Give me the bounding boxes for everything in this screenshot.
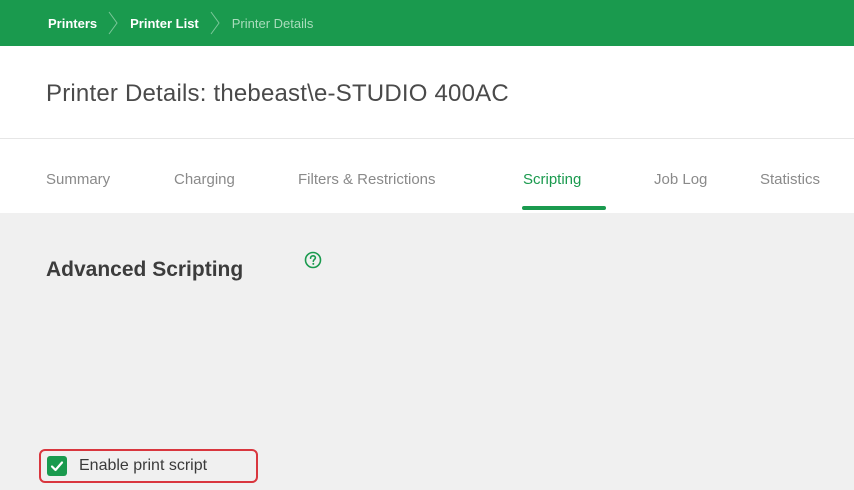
page: Printers Printer List Printer Details Pr… [0,0,854,490]
breadcrumb: Printers Printer List Printer Details [0,0,854,46]
chevron-right-icon [108,11,118,35]
help-circle-icon[interactable] [304,251,322,269]
page-title: Printer Details: thebeast\e-STUDIO 400AC [46,80,509,107]
breadcrumb-printers[interactable]: Printers [48,16,97,31]
checkmark-icon[interactable] [47,456,67,476]
tab-statistics[interactable]: Statistics [760,171,820,188]
tab-bar: Summary Charging Filters & Restrictions … [0,139,854,213]
enable-print-script-checkbox[interactable]: Enable print script [39,449,258,483]
tab-charging[interactable]: Charging [174,171,235,188]
tab-summary[interactable]: Summary [46,171,110,188]
tab-job-log[interactable]: Job Log [654,171,707,188]
active-tab-indicator [522,206,606,210]
chevron-right-icon [210,11,220,35]
enable-print-script-label: Enable print script [79,457,208,474]
breadcrumb-printer-list[interactable]: Printer List [130,16,199,31]
breadcrumb-printer-details: Printer Details [231,15,314,31]
scripting-panel: Advanced Scripting Enable print script [0,213,854,490]
tab-scripting[interactable]: Scripting [523,171,581,188]
section-title: Advanced Scripting [46,258,244,281]
tab-filters-restrictions[interactable]: Filters & Restrictions [298,171,436,188]
